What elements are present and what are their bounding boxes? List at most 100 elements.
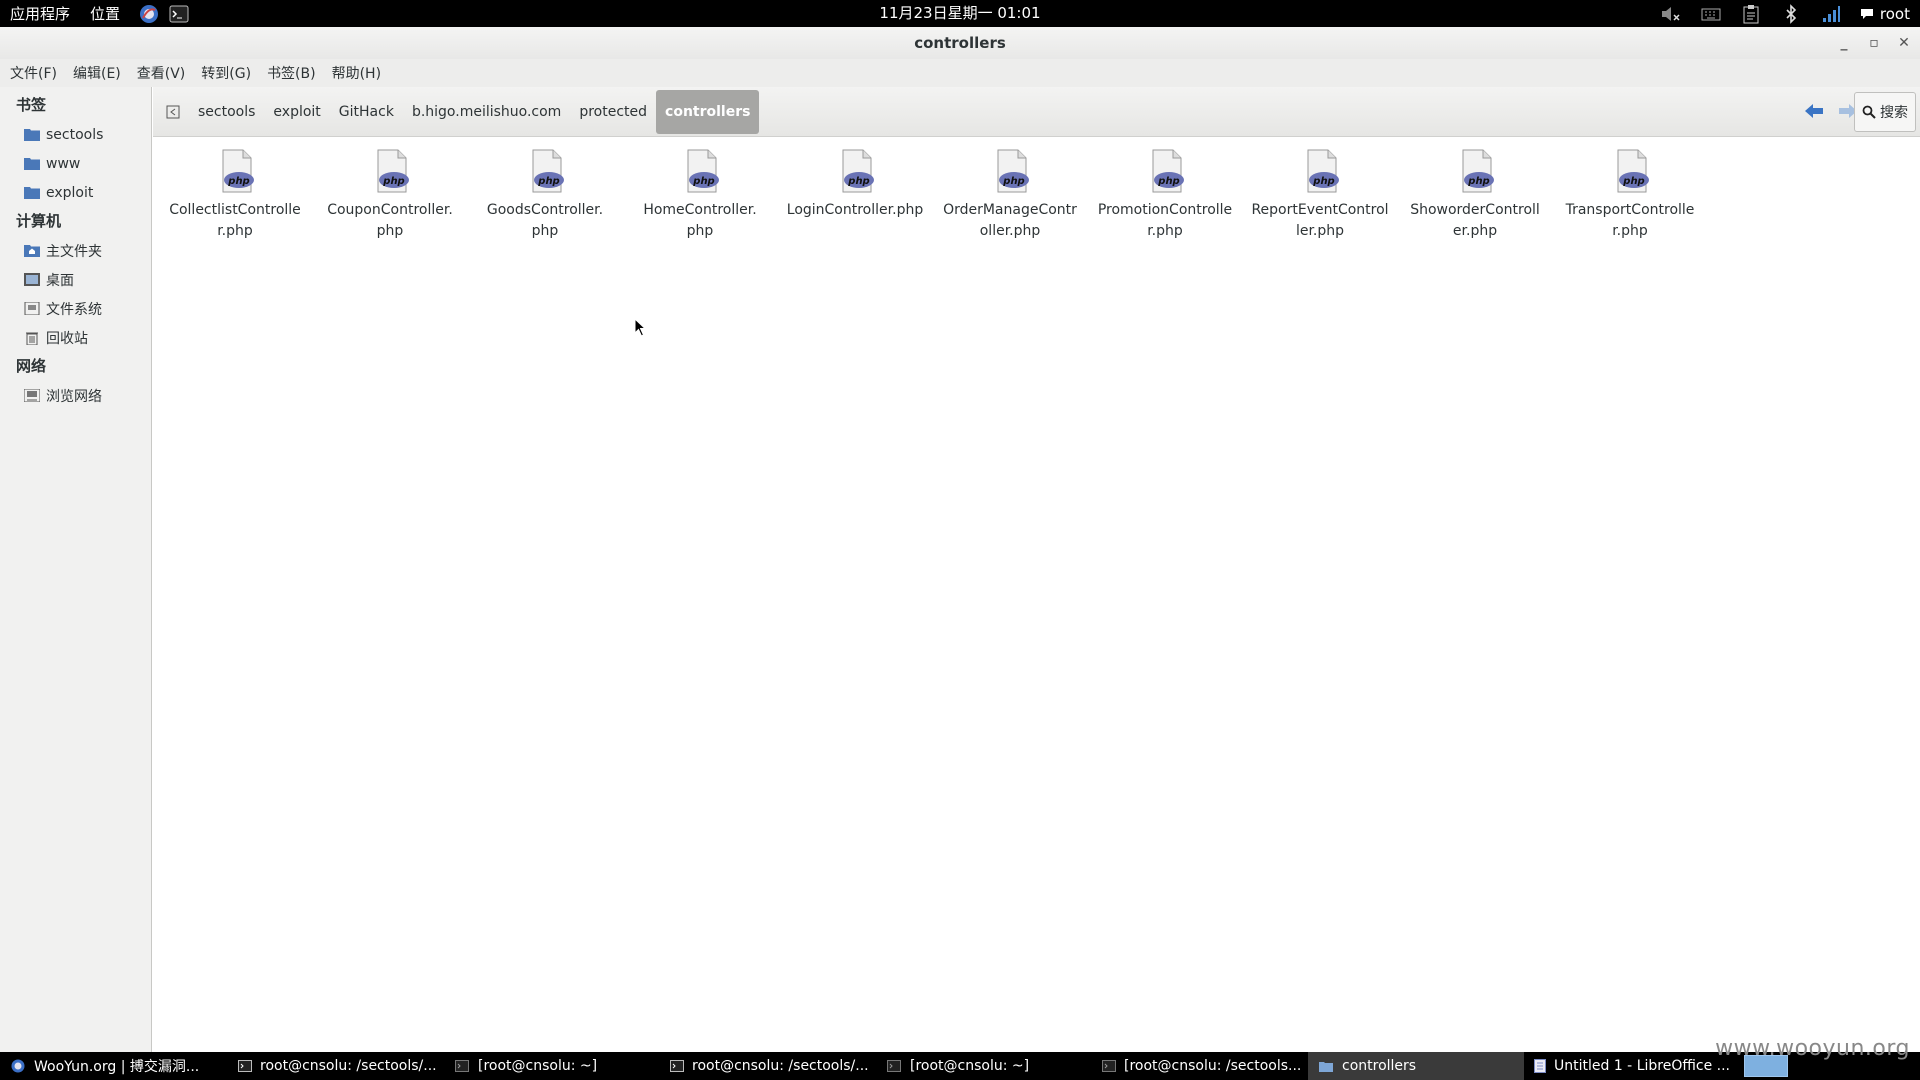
php-file-icon: php <box>687 149 719 193</box>
svg-text:php: php <box>1002 176 1024 187</box>
file-name: ShoworderControll er.php <box>1410 202 1540 239</box>
svg-text:php: php <box>1312 176 1334 187</box>
keyboard-icon[interactable] <box>1700 4 1722 24</box>
task-label: Untitled 1 - LibreOffice ... <box>1554 1058 1730 1074</box>
crumb-b-higo-meilishuo-com[interactable]: b.higo.meilishuo.com <box>403 90 570 134</box>
file-view[interactable]: php CollectlistControlle r.php php Coupon… <box>153 138 1920 1052</box>
file-item[interactable]: php PromotionControlle r.php <box>1090 148 1240 242</box>
task-terminal[interactable]: root@cnsolu: /sectools/... <box>660 1052 876 1080</box>
sidebar-item-trash[interactable]: 回收站 <box>0 323 151 352</box>
bluetooth-icon[interactable] <box>1780 3 1802 24</box>
window-title: controllers <box>914 34 1006 52</box>
terminal-launcher-icon[interactable] <box>168 3 190 25</box>
file-name: GoodsController. php <box>486 202 604 239</box>
file-item[interactable]: php OrderManageContr oller.php <box>935 148 1085 242</box>
trash-icon <box>24 331 40 345</box>
chat-bubble-icon <box>1860 8 1873 19</box>
folder-icon <box>24 128 40 142</box>
task-terminal[interactable]: [root@cnsolu: ~] <box>444 1052 660 1080</box>
php-file-icon: php <box>1152 149 1184 193</box>
menu-view[interactable]: 查看(V) <box>129 63 194 83</box>
sidebar-item-desktop[interactable]: 桌面 <box>0 265 151 294</box>
task-terminal[interactable]: root@cnsolu: /sectools/... <box>228 1052 444 1080</box>
terminal-icon <box>454 1058 470 1074</box>
php-file-icon: php <box>222 149 254 193</box>
menu-file[interactable]: 文件(F) <box>2 63 65 83</box>
sidebar-item-label: 文件系统 <box>46 301 102 318</box>
browser-launcher-icon[interactable] <box>138 3 160 25</box>
task-label: [root@cnsolu: /sectools... <box>1124 1058 1302 1074</box>
php-file-icon: php <box>997 149 1029 193</box>
task-browser[interactable]: WooYun.org | 搏交漏洞... <box>0 1052 228 1080</box>
task-libreoffice[interactable]: Untitled 1 - LibreOffice ... <box>1524 1052 1734 1080</box>
user-menu[interactable]: root <box>1860 5 1910 23</box>
file-item[interactable]: php ShoworderControll er.php <box>1400 148 1550 242</box>
file-item[interactable]: php HomeController. php <box>625 148 775 242</box>
history-navigation <box>1802 99 1860 123</box>
php-file-icon: php <box>842 149 874 193</box>
svg-text:php: php <box>692 176 714 187</box>
places-menu[interactable]: 位置 <box>80 3 130 24</box>
taskbar: WooYun.org | 搏交漏洞... root@cnsolu: /secto… <box>0 1052 1920 1080</box>
crumb-exploit[interactable]: exploit <box>264 90 329 134</box>
watermark: www.wooyun.org <box>1715 1036 1910 1061</box>
search-button[interactable]: 搜索 <box>1854 92 1916 132</box>
file-name: LoginController.php <box>786 202 924 218</box>
task-file-manager[interactable]: controllers <box>1308 1052 1524 1080</box>
task-terminal[interactable]: [root@cnsolu: /sectools... <box>1092 1052 1308 1080</box>
close-icon[interactable]: ✕ <box>1892 31 1916 55</box>
folder-icon <box>24 157 40 171</box>
file-item[interactable]: php CollectlistControlle r.php <box>160 148 310 242</box>
file-name: TransportControlle r.php <box>1565 202 1695 239</box>
task-label: [root@cnsolu: ~] <box>478 1058 598 1074</box>
minimize-icon[interactable]: _ <box>1832 31 1856 55</box>
sidebar-item-sectools[interactable]: sectools <box>0 120 151 149</box>
file-item[interactable]: php ReportEventControl ler.php <box>1245 148 1395 242</box>
volume-muted-icon[interactable] <box>1660 4 1682 24</box>
svg-text:php: php <box>227 176 249 187</box>
sidebar-item-label: 主文件夹 <box>46 243 102 260</box>
terminal-icon <box>238 1058 252 1074</box>
menu-go[interactable]: 转到(G) <box>193 63 259 83</box>
menu-bookmarks[interactable]: 书签(B) <box>259 63 324 83</box>
menu-edit[interactable]: 编辑(E) <box>65 63 129 83</box>
sidebar-item-www[interactable]: www <box>0 149 151 178</box>
path-scroll-left-icon[interactable] <box>161 100 185 124</box>
crumb-controllers[interactable]: controllers <box>656 89 760 134</box>
clipboard-icon[interactable] <box>1740 4 1762 24</box>
crumb-githack[interactable]: GitHack <box>330 90 403 134</box>
sidebar-item-home[interactable]: 主文件夹 <box>0 236 151 265</box>
network-signal-icon[interactable] <box>1820 4 1842 24</box>
menu-help[interactable]: 帮助(H) <box>324 63 389 83</box>
task-label: root@cnsolu: /sectools/... <box>692 1058 869 1074</box>
sidebar-item-browse-network[interactable]: 浏览网络 <box>0 381 151 410</box>
clock[interactable]: 11月23日星期一 01:01 <box>0 0 1920 27</box>
file-item[interactable]: php TransportControlle r.php <box>1555 148 1705 242</box>
sidebar-item-label: sectools <box>46 126 104 143</box>
folder-icon <box>24 186 40 200</box>
maximize-icon[interactable]: ▫ <box>1862 31 1886 55</box>
back-arrow-icon[interactable] <box>1802 99 1826 123</box>
window-titlebar[interactable]: controllers _ ▫ ✕ <box>0 27 1920 59</box>
php-file-icon: php <box>1462 149 1494 193</box>
search-label: 搜索 <box>1880 105 1908 121</box>
php-file-icon: php <box>532 149 564 193</box>
task-terminal[interactable]: [root@cnsolu: ~] <box>876 1052 1092 1080</box>
sidebar-item-filesystem[interactable]: 文件系统 <box>0 294 151 323</box>
sidebar-item-label: 回收站 <box>46 330 88 347</box>
task-label: controllers <box>1342 1058 1417 1074</box>
sidebar-item-label: exploit <box>46 184 94 201</box>
sidebar-item-label: www <box>46 155 81 172</box>
drive-icon <box>24 302 40 316</box>
document-icon <box>1534 1058 1546 1074</box>
svg-text:php: php <box>1622 176 1644 187</box>
file-item[interactable]: php GoodsController. php <box>470 148 620 242</box>
file-name: OrderManageContr oller.php <box>943 202 1077 239</box>
sidebar-item-exploit[interactable]: exploit <box>0 178 151 207</box>
file-item[interactable]: php LoginController.php <box>780 148 930 221</box>
applications-menu[interactable]: 应用程序 <box>0 3 80 24</box>
crumb-sectools[interactable]: sectools <box>189 90 264 134</box>
crumb-protected[interactable]: protected <box>570 90 656 134</box>
file-item[interactable]: php CouponController. php <box>315 148 465 242</box>
terminal-icon <box>670 1058 684 1074</box>
